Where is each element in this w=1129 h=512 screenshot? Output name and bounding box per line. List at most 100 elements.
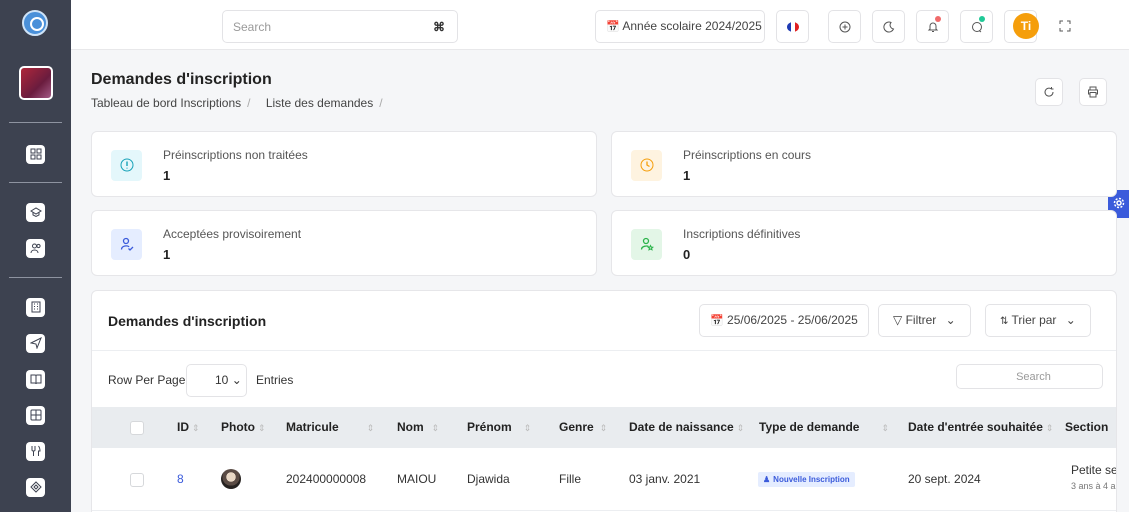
stat-value: 1 <box>163 247 171 262</box>
stat-label: Acceptées provisoirement <box>163 227 302 241</box>
calendar-icon: 📅 <box>710 315 724 327</box>
user-check-icon <box>111 229 142 260</box>
cell-section-sub: 3 ans à 4 a <box>1071 481 1116 491</box>
book-icon[interactable] <box>26 370 45 389</box>
stat-card-untreated: Préinscriptions non traitées 1 <box>91 131 597 197</box>
cell-id[interactable]: 8 <box>177 472 184 486</box>
messages-button[interactable] <box>960 10 993 43</box>
filter-button[interactable]: ▽ Filtrer ⌄ <box>878 304 971 337</box>
table-search-input[interactable] <box>957 365 1102 388</box>
calendar-icon: 📅 <box>606 21 620 33</box>
col-section[interactable]: Section <box>1065 420 1108 434</box>
sidebar-divider <box>9 277 62 278</box>
table-header: ID ⇕ Photo ⇕ Matricule ⇕ Nom ⇕ Prénom ⇕ Genre… <box>92 407 1116 448</box>
users-icon[interactable] <box>26 239 45 258</box>
school-year-button[interactable]: 📅 Année scolaire 2024/2025 <box>595 10 765 43</box>
user-avatar[interactable]: Ti <box>1013 13 1039 39</box>
student-photo <box>221 469 241 489</box>
select-all-checkbox[interactable] <box>130 421 144 435</box>
grid-icon[interactable] <box>26 406 45 425</box>
refresh-button[interactable] <box>1035 78 1063 106</box>
stat-label: Préinscriptions non traitées <box>163 148 308 162</box>
graduation-cap-icon[interactable] <box>26 203 45 222</box>
global-search[interactable]: ⌘ <box>222 10 458 43</box>
cell-section: Petite se <box>1071 463 1117 477</box>
stat-value: 0 <box>683 247 691 262</box>
chevron-down-icon: ⌄ <box>945 313 956 327</box>
date-range-button[interactable]: 📅 25/06/2025 - 25/06/2025 <box>699 304 869 337</box>
stat-card-in-progress: Préinscriptions en cours 1 <box>611 131 1117 197</box>
cell-date-naissance: 03 janv. 2021 <box>629 472 701 486</box>
stat-card-provisional: Acceptées provisoirement 1 <box>91 210 597 276</box>
filter-icon: ▽ <box>893 313 903 327</box>
col-photo[interactable]: Photo ⇕ <box>221 420 266 434</box>
cell-genre: Fille <box>559 472 582 486</box>
sort-button[interactable]: ⇅ Trier par ⌄ <box>985 304 1091 337</box>
app-logo[interactable] <box>22 10 48 36</box>
row-divider <box>92 510 1116 511</box>
breadcrumb-inscriptions[interactable]: Inscriptions <box>180 96 241 110</box>
search-input[interactable] <box>223 11 413 42</box>
add-button[interactable] <box>828 10 861 43</box>
sort-label: Trier par <box>1011 313 1057 327</box>
stat-label: Préinscriptions en cours <box>683 148 812 162</box>
sidebar-divider <box>9 182 62 183</box>
table-search[interactable] <box>956 364 1103 389</box>
clock-icon <box>631 150 662 181</box>
dark-mode-button[interactable] <box>872 10 905 43</box>
chevron-down-icon: ⌄ <box>1065 313 1076 327</box>
message-dot <box>979 16 985 22</box>
breadcrumb-dashboard[interactable]: Tableau de bord <box>91 96 177 110</box>
fullscreen-button[interactable] <box>1048 10 1081 43</box>
dashboard-icon[interactable] <box>26 145 45 164</box>
building-icon[interactable] <box>26 298 45 317</box>
language-button[interactable] <box>776 10 809 43</box>
diamond-icon[interactable] <box>26 478 45 497</box>
panel-title: Demandes d'inscription <box>108 313 267 329</box>
sidebar-divider <box>9 122 62 123</box>
entries-label: Entries <box>256 373 294 387</box>
col-prenom[interactable]: Prénom ⇕ <box>467 420 531 434</box>
user-icon: ♟ <box>763 475 771 484</box>
col-date-entree[interactable]: Date d'entrée souhaitée ⇕ <box>908 420 1053 434</box>
stat-card-final: Inscriptions définitives 0 <box>611 210 1117 276</box>
col-genre[interactable]: Genre ⇕ <box>559 420 607 434</box>
school-logo[interactable] <box>19 66 53 100</box>
sort-icon: ⇅ <box>1000 316 1009 327</box>
print-button[interactable] <box>1079 78 1107 106</box>
topbar: ⌘ 📅 Année scolaire 2024/2025 Ti <box>71 0 1129 50</box>
stat-value: 1 <box>683 168 691 183</box>
rows-per-page-label: Row Per Page <box>108 373 186 387</box>
date-range-label: 25/06/2025 - 25/06/2025 <box>727 313 858 327</box>
requests-panel: Demandes d'inscription 📅 25/06/2025 - 25… <box>91 290 1117 512</box>
cell-nom: MAIOU <box>397 472 437 486</box>
col-type-demande[interactable]: Type de demande ⇕ <box>759 420 889 434</box>
notifications-button[interactable] <box>916 10 949 43</box>
cell-matricule: 202400000008 <box>286 472 367 486</box>
cell-date-entree: 20 sept. 2024 <box>908 472 981 486</box>
col-nom[interactable]: Nom ⇕ <box>397 420 439 434</box>
rows-per-page-value: 10 <box>215 373 229 387</box>
stat-label: Inscriptions définitives <box>683 227 801 241</box>
request-type-badge: ♟ Nouvelle Inscription <box>758 472 855 487</box>
col-date-naissance[interactable]: Date de naissance ⇕ <box>629 420 744 434</box>
col-id[interactable]: ID ⇕ <box>177 420 200 434</box>
filter-label: Filtrer <box>905 313 937 327</box>
rows-per-page-select[interactable]: 10 ⌄ <box>186 364 247 397</box>
chevron-down-icon: ⌄ <box>231 373 242 387</box>
breadcrumb: Tableau de bord Inscriptions / Liste des … <box>91 96 383 110</box>
command-key-icon: ⌘ <box>433 20 445 34</box>
utensils-icon[interactable] <box>26 442 45 461</box>
alert-icon <box>111 150 142 181</box>
notification-dot <box>935 16 941 22</box>
row-checkbox[interactable] <box>130 473 144 487</box>
stat-value: 1 <box>163 168 171 183</box>
panel-divider <box>92 350 1116 351</box>
send-icon[interactable] <box>26 334 45 353</box>
sidebar <box>0 0 71 512</box>
french-flag-icon <box>787 22 799 32</box>
col-matricule[interactable]: Matricule ⇕ <box>286 420 374 434</box>
breadcrumb-current: Liste des demandes <box>265 96 374 110</box>
school-year-label: Année scolaire 2024/2025 <box>622 19 762 33</box>
cell-prenom: Djawida <box>467 472 510 486</box>
